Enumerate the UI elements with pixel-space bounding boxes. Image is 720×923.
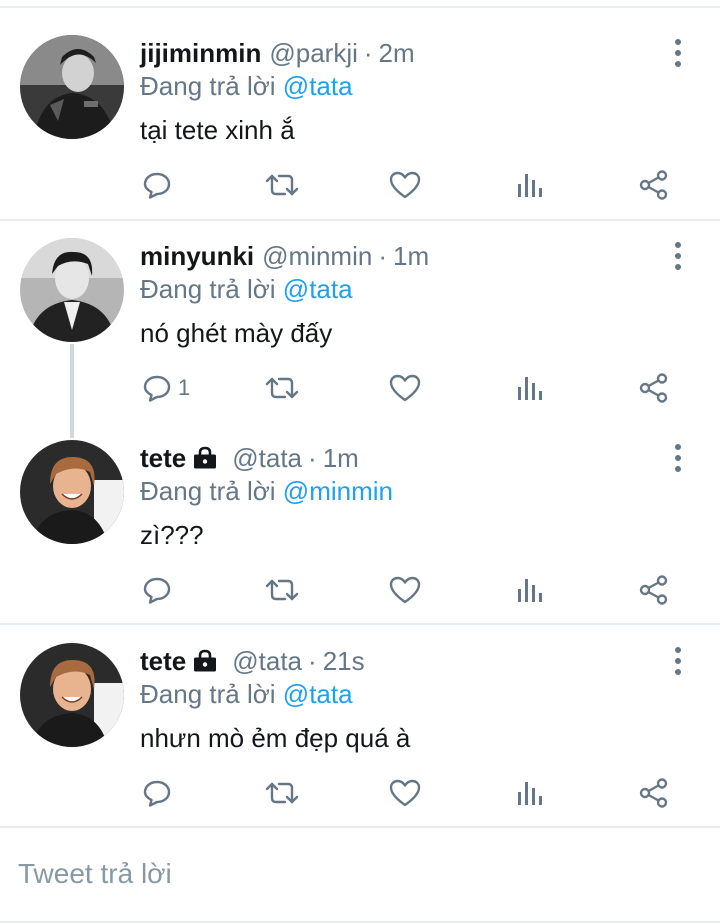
user-handle[interactable]: @tata (232, 443, 302, 474)
share-button[interactable] (638, 368, 670, 408)
tweet-header: tete @tata · 21s (140, 643, 365, 679)
heart-icon (389, 779, 421, 807)
like-button[interactable] (389, 165, 421, 205)
heart-icon (389, 374, 421, 402)
like-button[interactable] (389, 368, 421, 408)
reply-icon (143, 577, 171, 604)
retweet-button[interactable] (264, 165, 300, 205)
replying-prefix: Đang trả lời (140, 476, 276, 506)
share-button[interactable] (638, 570, 670, 610)
reply-icon (143, 375, 171, 402)
like-button[interactable] (389, 773, 421, 813)
replying-mention-link[interactable]: @minmin (283, 476, 393, 506)
like-button[interactable] (389, 570, 421, 610)
reply-icon (143, 780, 171, 807)
separator-dot: · (378, 240, 387, 271)
lock-icon (192, 446, 218, 470)
avatar[interactable] (20, 440, 124, 544)
tweet-text: nó ghét mày đấy (140, 318, 333, 348)
reply-button[interactable] (142, 570, 178, 610)
tweet-actions: 1 (0, 368, 720, 408)
tweet-text: zì??? (140, 520, 204, 550)
user-handle[interactable]: @minmin (262, 241, 372, 272)
reply-compose-bar[interactable]: Tweet trả lời (0, 828, 720, 923)
tweet-text: tại tete xinh ắ (140, 115, 295, 145)
analytics-icon (518, 174, 542, 197)
timestamp[interactable]: 21s (323, 646, 365, 677)
lock-icon (192, 649, 218, 673)
analytics-button[interactable] (516, 570, 544, 610)
reply-input[interactable]: Tweet trả lời (18, 858, 172, 890)
share-icon (639, 575, 668, 605)
retweet-icon (265, 174, 299, 196)
reply-count: 1 (178, 375, 191, 400)
separator-dot: · (363, 37, 373, 68)
tweet-text: nhưn mò ẻm đẹp quá à (140, 723, 411, 753)
more-vertical-icon[interactable] (666, 442, 690, 474)
timestamp[interactable]: 1m (393, 241, 429, 272)
heart-icon (389, 576, 421, 604)
timestamp[interactable]: 1m (323, 443, 359, 474)
tweet[interactable]: minyunki @minmin · 1m Đang trả lời @tata… (0, 238, 720, 438)
replying-to: Đang trả lời @tata (140, 274, 353, 305)
tweet-header: tete @tata · 1m (140, 440, 359, 476)
user-handle[interactable]: @tata (232, 646, 302, 677)
reply-button[interactable] (142, 165, 178, 205)
analytics-button[interactable] (516, 368, 544, 408)
display-name[interactable]: jijiminmin (140, 38, 261, 69)
tweet[interactable]: tete @tata · 21s Đang trả lời @tata nhưn… (0, 643, 720, 828)
replying-mention-link[interactable]: @tata (283, 71, 353, 101)
more-vertical-icon[interactable] (666, 240, 690, 272)
share-icon (639, 170, 668, 200)
replying-to: Đang trả lời @tata (140, 71, 353, 102)
avatar[interactable] (20, 35, 124, 139)
user-handle[interactable]: @parkji (269, 38, 358, 69)
display-name[interactable]: tete (140, 443, 186, 474)
tweet-header: minyunki @minmin · 1m (140, 238, 429, 274)
share-button[interactable] (638, 165, 670, 205)
replying-to: Đang trả lời @tata (140, 679, 353, 710)
separator-dot: · (308, 442, 317, 473)
avatar[interactable] (20, 643, 124, 747)
analytics-icon (518, 579, 542, 602)
tweet-header: jijiminmin @parkji · 2m (140, 35, 415, 71)
retweet-icon (265, 579, 299, 601)
tweet[interactable]: tete @tata · 1m Đang trả lời @minmin zì?… (0, 440, 720, 625)
more-vertical-icon[interactable] (666, 645, 690, 677)
more-vertical-icon[interactable] (666, 37, 690, 69)
share-icon (639, 373, 668, 403)
tweet-actions (0, 570, 720, 610)
analytics-button[interactable] (516, 773, 544, 813)
reply-button[interactable] (142, 773, 178, 813)
tweet-actions (0, 773, 720, 813)
replying-prefix: Đang trả lời (140, 679, 276, 709)
analytics-button[interactable] (516, 165, 544, 205)
tweet-actions (0, 165, 720, 205)
retweet-icon (265, 782, 299, 804)
replying-to: Đang trả lời @minmin (140, 476, 393, 507)
avatar[interactable] (20, 238, 124, 342)
separator-dot: · (308, 645, 317, 676)
replying-mention-link[interactable]: @tata (283, 274, 353, 304)
analytics-icon (518, 782, 542, 805)
reply-button[interactable]: 1 (142, 368, 190, 408)
analytics-icon (518, 377, 542, 400)
retweet-icon (265, 377, 299, 399)
retweet-button[interactable] (264, 570, 300, 610)
retweet-button[interactable] (264, 368, 300, 408)
top-divider (0, 0, 720, 8)
timestamp[interactable]: 2m (379, 38, 415, 69)
retweet-button[interactable] (264, 773, 300, 813)
replying-mention-link[interactable]: @tata (283, 679, 353, 709)
display-name[interactable]: tete (140, 646, 186, 677)
reply-icon (143, 172, 171, 199)
tweet[interactable]: jijiminmin @parkji · 2m Đang trả lời @ta… (0, 35, 720, 221)
display-name[interactable]: minyunki (140, 241, 254, 272)
heart-icon (389, 171, 421, 199)
replying-prefix: Đang trả lời (140, 274, 276, 304)
share-button[interactable] (638, 773, 670, 813)
replying-prefix: Đang trả lời (140, 71, 276, 101)
share-icon (639, 778, 668, 808)
